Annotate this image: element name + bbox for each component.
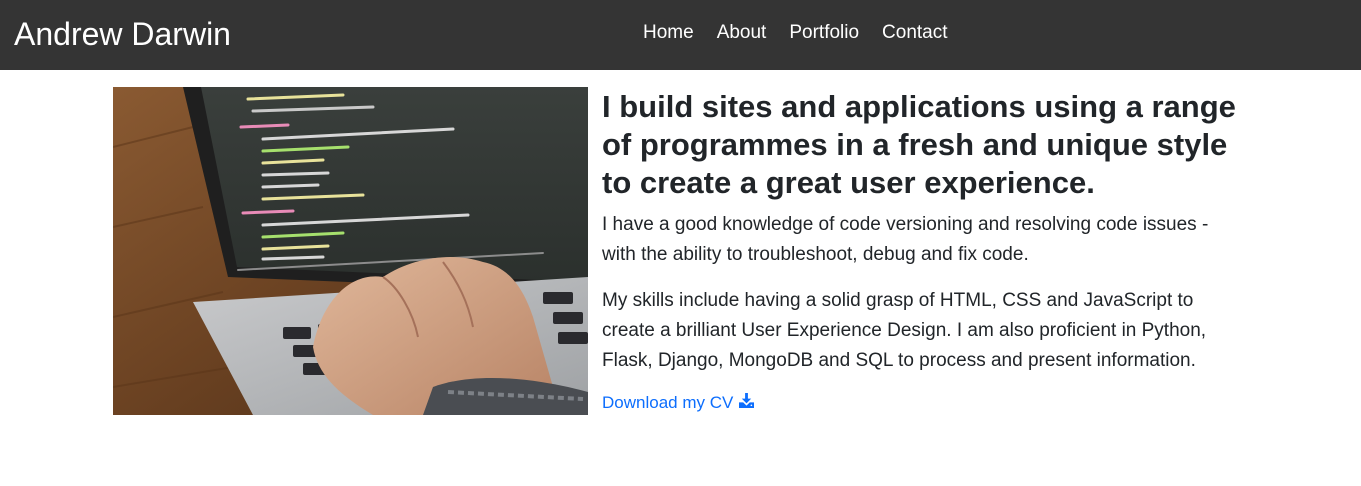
laptop-coding-image	[113, 87, 588, 415]
nav-item-portfolio: Portfolio	[789, 20, 859, 46]
nav-link-portfolio[interactable]: Portfolio	[789, 22, 859, 43]
download-cv-label: Download my CV	[602, 393, 734, 412]
download-cv-link[interactable]: Download my CV	[602, 392, 755, 414]
download-icon	[739, 392, 755, 414]
intro-content: I build sites and applications using a r…	[602, 88, 1242, 414]
nav-item-about: About	[717, 20, 767, 46]
navbar: Andrew Darwin Home About Portfolio Conta…	[0, 0, 1361, 70]
intro-paragraph-versioning: I have a good knowledge of code versioni…	[602, 214, 1209, 265]
nav-link-about[interactable]: About	[717, 22, 767, 43]
intro-headline: I build sites and applications using a r…	[602, 89, 1236, 200]
brand-logo[interactable]: Andrew Darwin	[14, 14, 231, 54]
intro-paragraph-skills: My skills include having a solid grasp o…	[602, 290, 1207, 371]
nav-item-home: Home	[643, 20, 694, 46]
nav-links: Home About Portfolio Contact	[643, 20, 948, 46]
nav-link-contact[interactable]: Contact	[882, 22, 947, 43]
nav-item-contact: Contact	[882, 20, 947, 46]
laptop-photo-illustration	[113, 87, 588, 415]
nav-link-home[interactable]: Home	[643, 22, 694, 43]
